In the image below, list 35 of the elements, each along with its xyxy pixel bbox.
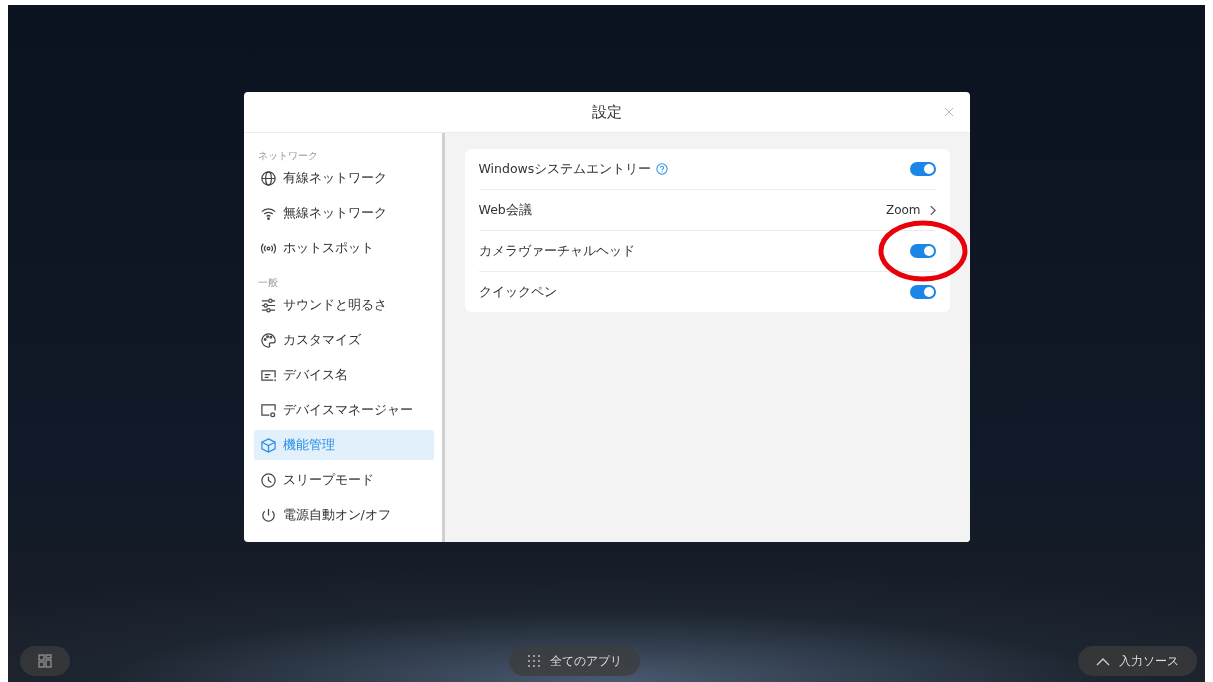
grid-icon xyxy=(38,654,52,668)
sidebar-item[interactable]: カスタマイズ xyxy=(253,325,434,355)
dots-grid-icon xyxy=(526,654,541,668)
setting-label: カメラヴァーチャルヘッド xyxy=(478,242,635,260)
close-icon[interactable] xyxy=(943,107,954,117)
clock-icon xyxy=(259,471,277,489)
sidebar-item[interactable]: デバイス名 xyxy=(253,360,434,390)
caret-up-icon xyxy=(1096,656,1110,666)
setting-label: Windowsシステムエントリー xyxy=(478,160,652,178)
power-icon xyxy=(259,506,277,524)
setting-label: Web会議 xyxy=(478,201,532,219)
sidebar-item[interactable]: スリープモード xyxy=(253,465,434,495)
sidebar-item[interactable]: 有線ネットワーク xyxy=(253,163,434,193)
globe-icon xyxy=(259,169,277,187)
palette-icon xyxy=(259,331,277,349)
section-label: ネットワーク xyxy=(257,149,319,163)
toggle-switch[interactable] xyxy=(909,162,936,176)
sidebar-item[interactable]: デバイスマネージャー xyxy=(253,395,434,425)
setting-value[interactable]: Zoom xyxy=(885,203,921,217)
sidebar-item[interactable]: 無線ネットワーク xyxy=(253,198,434,228)
dialog-title: 設定 xyxy=(591,102,622,122)
all-apps-button[interactable]: 全てのアプリ xyxy=(508,646,640,676)
apps-button[interactable] xyxy=(20,646,70,676)
cube-icon xyxy=(259,436,277,454)
input-source-button[interactable]: 入力ソース xyxy=(1078,646,1197,676)
sidebar-item[interactable]: サウンドと明るさ xyxy=(253,290,434,320)
help-icon[interactable] xyxy=(656,163,669,175)
toggle-switch[interactable] xyxy=(909,285,936,299)
setting-label: クイックペン xyxy=(478,283,557,301)
toggle-switch[interactable] xyxy=(909,244,936,258)
sidebar-item[interactable]: 電源自動オン/オフ xyxy=(253,500,434,530)
chevron-icon[interactable] xyxy=(928,204,936,216)
sliders-icon xyxy=(259,296,277,314)
monitor-icon xyxy=(259,401,277,419)
sidebar-item[interactable]: ホットスポット xyxy=(253,233,434,263)
